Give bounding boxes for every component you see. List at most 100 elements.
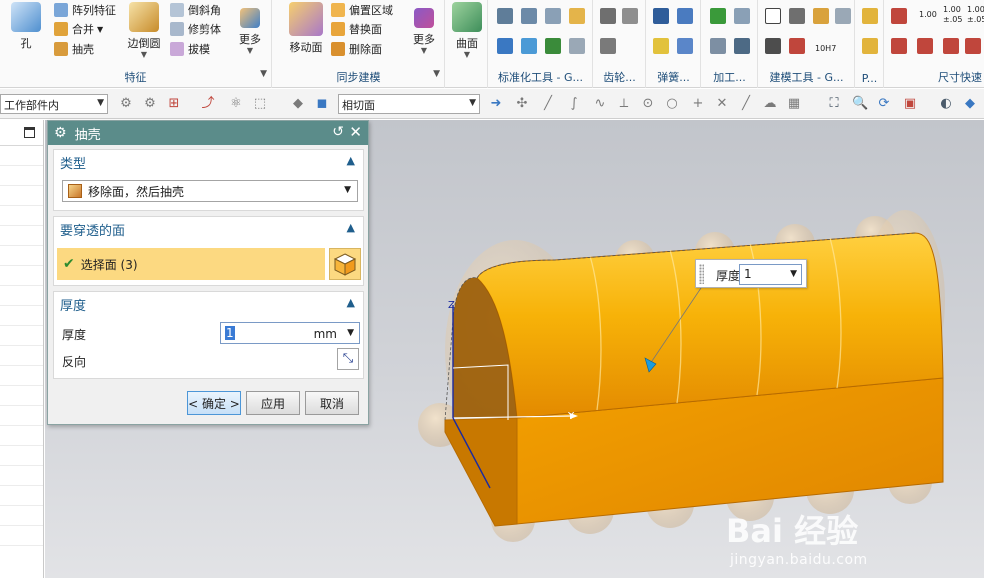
navigator-row[interactable] [0, 206, 43, 226]
navigator-row[interactable] [0, 166, 43, 186]
navigator-row[interactable] [0, 426, 43, 446]
feature-more-button[interactable]: 更多 ▼ [230, 2, 270, 62]
spring-tool-icon-3[interactable] [653, 38, 669, 54]
shell-type-select[interactable]: 移除面，然后抽壳 ▼ [62, 180, 358, 202]
move-face-button[interactable]: 移动面 [283, 2, 329, 62]
selection-scope-select[interactable]: 工作部件内 ▼ [0, 94, 108, 114]
on-screen-thickness-input[interactable]: 厚度 1 ▼ [695, 259, 807, 288]
maximize-icon[interactable] [24, 127, 35, 138]
modeling-tool-icon-4[interactable] [835, 8, 851, 24]
navigator-row[interactable] [0, 306, 43, 326]
line-icon[interactable]: ╱ [540, 96, 556, 112]
drag-grip-icon[interactable] [699, 264, 704, 284]
navigator-row[interactable] [0, 446, 43, 466]
std-tool-icon-7[interactable] [545, 38, 561, 54]
zoom-icon[interactable]: 🔍 [852, 96, 868, 112]
cancel-button[interactable]: 取消 [305, 391, 359, 415]
select-face-row[interactable]: ✔ 选择面 (3) [57, 248, 325, 280]
hole-button[interactable]: 孔 [4, 2, 48, 62]
std-tool-icon-3[interactable] [545, 8, 561, 24]
center-point-icon[interactable]: ⊙ [640, 96, 656, 112]
tangent-icon[interactable]: ⟂ [616, 96, 632, 112]
filter-icon[interactable]: ⚛ [228, 96, 244, 112]
reset-icon[interactable]: ↺ [332, 124, 344, 140]
spring-tool-icon-4[interactable] [677, 38, 693, 54]
navigator-row[interactable] [0, 226, 43, 246]
face-rule-select[interactable]: 相切面 ▼ [338, 94, 480, 114]
dim-label-1[interactable]: 1.00 [919, 10, 937, 19]
shade-icon[interactable]: ◆ [962, 96, 978, 112]
surface-button[interactable]: 曲面 ▼ [446, 2, 488, 62]
apply-button[interactable]: 应用 [246, 391, 300, 415]
collapse-icon[interactable]: ▲ [347, 154, 355, 167]
dim-tool-icon-1[interactable] [891, 8, 907, 24]
faces-section-header[interactable]: 要穿透的面 ▲ [54, 217, 363, 241]
trim-body-button[interactable]: 修剪体 [170, 19, 221, 39]
navigator-row[interactable] [0, 386, 43, 406]
circle-icon[interactable]: ○ [664, 96, 680, 112]
on-screen-thickness-select[interactable]: 1 ▼ [739, 264, 802, 285]
snap-icon-3[interactable]: ✣ [514, 96, 530, 112]
gear-tool-icon-1[interactable] [600, 8, 616, 24]
add-point-icon[interactable]: ⊞ [166, 96, 182, 112]
replace-face-button[interactable]: 替换面 [331, 19, 382, 39]
sync-more-button[interactable]: 更多 ▼ [405, 2, 443, 62]
unite-button[interactable]: 合并 ▼ [54, 19, 103, 39]
navigator-row[interactable] [0, 346, 43, 366]
modeling-tool-icon-5[interactable] [765, 38, 781, 54]
std-tool-icon-2[interactable] [521, 8, 537, 24]
fit-view-icon[interactable]: ⛶ [826, 96, 842, 112]
ok-button[interactable]: < 确定 > [187, 391, 241, 415]
p-tool-icon-2[interactable] [862, 38, 878, 54]
navigator-row[interactable] [0, 466, 43, 486]
navigator-row[interactable] [0, 266, 43, 286]
box-select-icon[interactable]: ⬚ [252, 96, 268, 112]
edge-blend-button[interactable]: 边倒圆 ▼ [121, 2, 167, 62]
curve-icon[interactable]: ∫ [566, 96, 582, 112]
gear-icon[interactable]: ⚙ [54, 125, 67, 141]
thickness-section-header[interactable]: 厚度 ▲ [54, 292, 363, 316]
chamfer-button[interactable]: 倒斜角 [170, 0, 221, 20]
std-tool-icon-6[interactable] [521, 38, 537, 54]
thickness-input[interactable]: 1 mm ▼ [220, 322, 360, 344]
dialog-title-bar[interactable]: ⚙ 抽壳 ↺ ✕ [48, 121, 368, 145]
face-selector-button[interactable] [329, 248, 361, 280]
face-select-icon[interactable]: ◆ [290, 96, 306, 112]
shell-button[interactable]: 抽壳 [54, 39, 94, 59]
body-select-icon[interactable]: ◼ [314, 96, 330, 112]
slash-icon[interactable]: ╱ [738, 96, 754, 112]
spring-tool-icon-2[interactable] [677, 8, 693, 24]
dim-tool-icon-5[interactable] [965, 38, 981, 54]
std-tool-icon-8[interactable] [569, 38, 585, 54]
machining-tool-icon-2[interactable] [734, 8, 750, 24]
navigator-row[interactable] [0, 506, 43, 526]
navigator-row[interactable] [0, 246, 43, 266]
navigator-row[interactable] [0, 286, 43, 306]
machining-tool-icon-3[interactable] [710, 38, 726, 54]
modeling-tool-icon-1[interactable] [765, 8, 781, 24]
collapse-icon[interactable]: ▲ [347, 221, 355, 234]
offset-region-button[interactable]: 偏置区域 [331, 0, 393, 20]
spring-tool-icon-1[interactable] [653, 8, 669, 24]
dim-tool-icon-4[interactable] [943, 38, 959, 54]
rotate-icon[interactable]: ⟳ [876, 96, 892, 112]
view-orient-icon[interactable]: ▣ [902, 96, 918, 112]
dim-tool-icon-3[interactable] [917, 38, 933, 54]
std-tool-icon-5[interactable] [497, 38, 513, 54]
collapse-icon[interactable]: ▲ [347, 296, 355, 309]
navigator-row[interactable] [0, 326, 43, 346]
dim-label-3[interactable]: 1.00 [967, 5, 984, 14]
wave-icon[interactable]: ∿ [592, 96, 608, 112]
modeling-tool-icon-6[interactable] [789, 38, 805, 54]
navigator-row[interactable] [0, 146, 43, 166]
cross-icon[interactable]: + [690, 96, 706, 112]
p-tool-icon-1[interactable] [862, 8, 878, 24]
close-icon[interactable]: ✕ [349, 123, 362, 141]
navigator-row[interactable] [0, 526, 43, 546]
type-section-header[interactable]: 类型 ▲ [54, 150, 363, 174]
arrow-right-icon[interactable]: ➜ [488, 96, 504, 112]
std-tool-icon-1[interactable] [497, 8, 513, 24]
std-tool-icon-4[interactable] [569, 8, 585, 24]
navigator-row[interactable] [0, 406, 43, 426]
modeling-tool-icon-3[interactable] [813, 8, 829, 24]
